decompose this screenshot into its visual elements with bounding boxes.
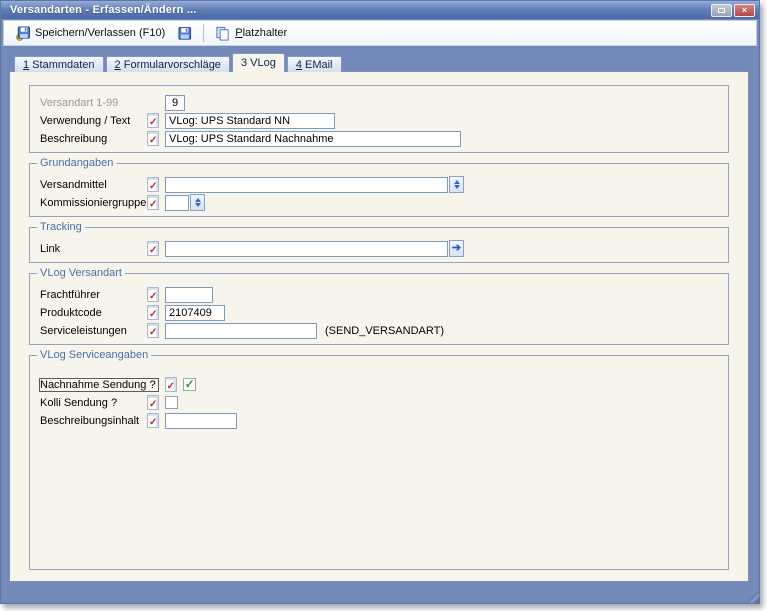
toolbar: Speichern/Verlassen (F10) Platzhalter <box>3 20 757 46</box>
kommissioniergruppe-label: Kommissioniergruppe <box>40 197 147 209</box>
tab-strip: 1 Stammdaten 2 Formularvorschläge 3 VLog… <box>14 53 344 72</box>
maximize-icon <box>718 8 725 13</box>
validate-icon[interactable] <box>147 177 159 192</box>
field-link: Link ➔ <box>40 240 720 257</box>
field-versandart: Versandart 1-99 <box>40 94 720 111</box>
grundangaben-fieldset: Grundangaben Versandmittel Kommissionier… <box>29 163 729 217</box>
versandart-input[interactable] <box>165 95 185 111</box>
field-versandmittel: Versandmittel <box>40 176 720 193</box>
kolli-checkbox[interactable] <box>165 396 178 409</box>
field-kolli: Kolli Sendung ? <box>40 394 720 411</box>
validate-icon[interactable] <box>165 377 177 392</box>
tab-vlog[interactable]: 3 VLog <box>232 53 285 72</box>
field-beschreibungsinhalt: Beschreibungsinhalt <box>40 412 720 429</box>
validate-icon[interactable] <box>147 241 159 256</box>
tab-panel-vlog: Versandart 1-99 Verwendung / Text Beschr… <box>9 71 749 582</box>
toolbar-separator <box>203 24 204 42</box>
versandmittel-input[interactable] <box>165 177 448 193</box>
title-bar: Versandarten - Erfassen/Ändern ... × <box>1 1 759 19</box>
kommissioniergruppe-spinner[interactable] <box>190 194 205 211</box>
tab-formularvorschlaege[interactable]: 2 Formularvorschläge <box>106 56 230 72</box>
vlog-versandart-legend: VLog Versandart <box>37 267 125 279</box>
tab-stammdaten[interactable]: 1 Stammdaten <box>14 56 104 72</box>
tracking-legend: Tracking <box>37 221 85 233</box>
resize-grip[interactable] <box>745 589 759 603</box>
link-label: Link <box>40 243 147 255</box>
produktcode-input[interactable] <box>165 305 225 321</box>
field-serviceleistungen: Serviceleistungen (SEND_VERSANDART) <box>40 322 720 339</box>
field-frachtfuehrer: Frachtführer <box>40 286 720 303</box>
arrow-right-icon: ➔ <box>452 243 461 254</box>
validate-icon[interactable] <box>147 395 159 410</box>
placeholder-label: Platzhalter <box>235 27 287 39</box>
beschreibungsinhalt-label: Beschreibungsinhalt <box>40 415 147 427</box>
validate-icon[interactable] <box>147 113 159 128</box>
window-title: Versandarten - Erfassen/Ändern ... <box>10 4 709 16</box>
beschreibung-label: Beschreibung <box>40 133 147 145</box>
floppy-disk-icon <box>177 26 192 41</box>
close-icon: × <box>742 6 747 15</box>
placeholder-button[interactable]: Platzhalter <box>209 23 293 44</box>
validate-icon[interactable] <box>147 131 159 146</box>
close-button[interactable]: × <box>734 4 755 17</box>
vlog-serviceangaben-fieldset: VLog Serviceangaben Nachnahme Sendung ? … <box>29 355 729 570</box>
field-beschreibung: Beschreibung <box>40 130 720 147</box>
versandmittel-label: Versandmittel <box>40 179 147 191</box>
kolli-label: Kolli Sendung ? <box>40 397 147 409</box>
validate-icon[interactable] <box>147 323 159 338</box>
vlog-serviceangaben-legend: VLog Serviceangaben <box>37 349 151 361</box>
header-box: Versandart 1-99 Verwendung / Text Beschr… <box>29 85 729 153</box>
frachtfuehrer-input[interactable] <box>165 287 213 303</box>
save-exit-button[interactable]: Speichern/Verlassen (F10) <box>9 23 171 44</box>
field-produktcode: Produktcode <box>40 304 720 321</box>
maximize-button[interactable] <box>711 4 732 17</box>
versandmittel-spinner[interactable] <box>449 176 464 193</box>
serviceleistungen-input[interactable] <box>165 323 317 339</box>
floppy-disk-icon <box>15 26 30 41</box>
tab-email[interactable]: 4 EMail <box>287 56 342 72</box>
kommissioniergruppe-input[interactable] <box>165 195 189 211</box>
save-exit-label: Speichern/Verlassen (F10) <box>35 27 165 39</box>
beschreibung-input[interactable] <box>165 131 461 147</box>
versandart-label: Versandart 1-99 <box>40 97 147 109</box>
validate-icon[interactable] <box>147 287 159 302</box>
validate-icon[interactable] <box>147 195 159 210</box>
verwendung-label: Verwendung / Text <box>40 115 147 127</box>
field-kommissioniergruppe: Kommissioniergruppe <box>40 194 720 211</box>
dialog-window: Versandarten - Erfassen/Ändern ... × Spe… <box>0 0 760 604</box>
tracking-fieldset: Tracking Link ➔ <box>29 227 729 263</box>
nachnahme-checkbox[interactable] <box>183 378 196 391</box>
beschreibungsinhalt-input[interactable] <box>165 413 237 429</box>
spinner-up-icon <box>195 198 201 202</box>
spinner-down-icon <box>195 203 201 207</box>
validate-icon[interactable] <box>147 305 159 320</box>
serviceleistungen-label: Serviceleistungen <box>40 325 147 337</box>
link-input[interactable] <box>165 241 448 257</box>
spinner-up-icon <box>454 180 460 184</box>
serviceleistungen-suffix: (SEND_VERSANDART) <box>325 325 444 337</box>
copy-pages-icon <box>215 26 230 41</box>
save-button[interactable] <box>171 23 198 44</box>
field-nachnahme: Nachnahme Sendung ? <box>40 376 720 393</box>
vlog-versandart-fieldset: VLog Versandart Frachtführer Produktcode… <box>29 273 729 345</box>
nachnahme-label: Nachnahme Sendung ? <box>40 379 158 391</box>
frachtfuehrer-label: Frachtführer <box>40 289 147 301</box>
produktcode-label: Produktcode <box>40 307 147 319</box>
field-verwendung: Verwendung / Text <box>40 112 720 129</box>
validate-icon[interactable] <box>147 413 159 428</box>
spinner-down-icon <box>454 185 460 189</box>
grundangaben-legend: Grundangaben <box>37 157 116 169</box>
verwendung-input[interactable] <box>165 113 335 129</box>
open-link-button[interactable]: ➔ <box>449 240 464 257</box>
